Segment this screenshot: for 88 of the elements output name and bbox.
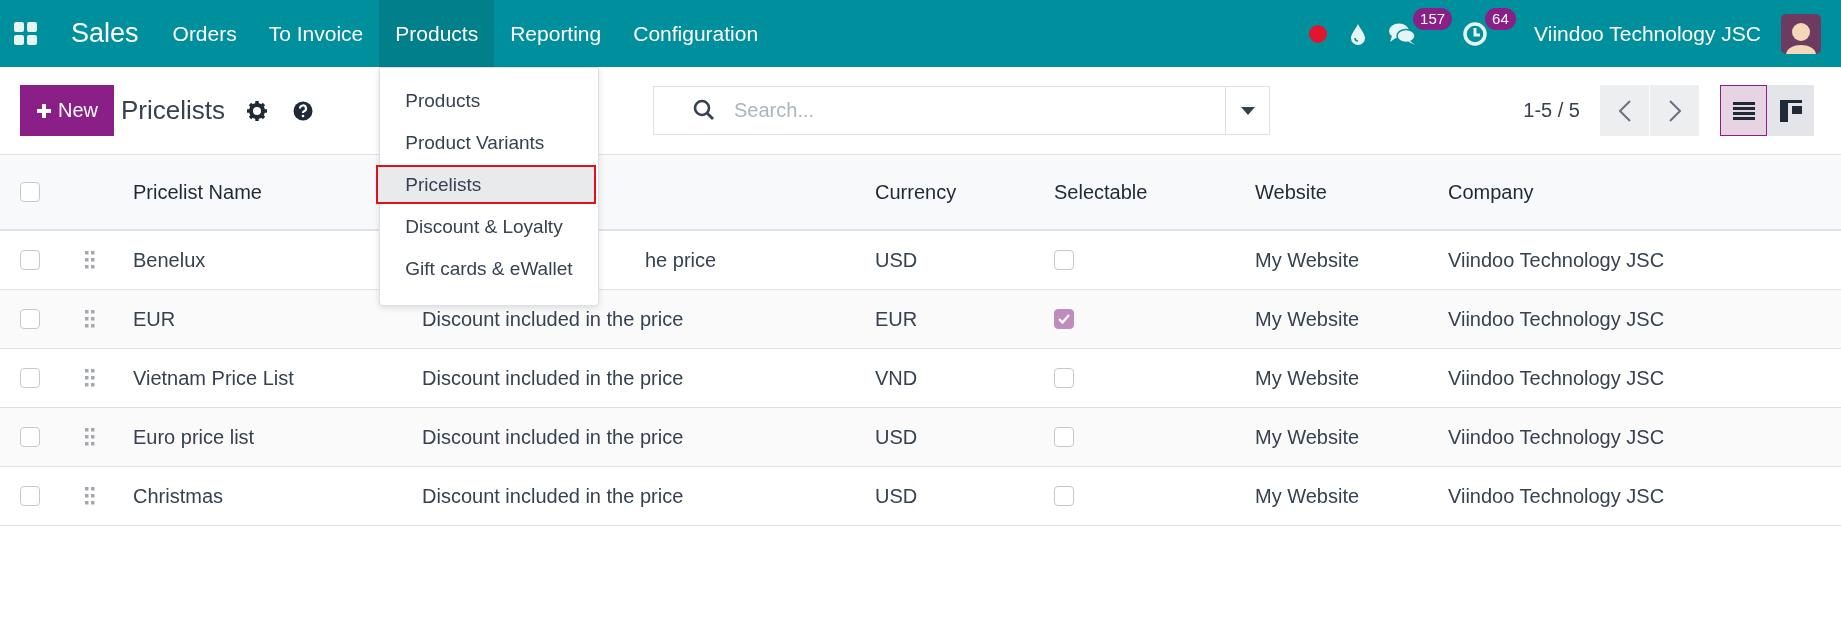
table-cell: EUR <box>133 307 176 331</box>
row-checkbox[interactable] <box>20 486 40 506</box>
chevron-right-icon <box>1668 99 1681 122</box>
row-checkbox[interactable] <box>20 427 40 447</box>
table-cell: Euro price list <box>133 425 255 449</box>
counter-badge: 64 <box>1485 8 1516 30</box>
dropdown-item[interactable]: Discount & Loyalty <box>376 207 595 246</box>
pager-value[interactable]: 1-5 / 5 <box>1523 99 1600 122</box>
table-cell: Christmas <box>133 484 223 508</box>
search-icon <box>693 99 716 121</box>
help-icon <box>293 100 314 121</box>
menu-item[interactable]: Orders <box>156 0 253 67</box>
apps-grid-icon <box>14 21 38 46</box>
drag-handle-icon <box>85 310 95 328</box>
menu-item[interactable]: Products <box>379 0 495 67</box>
check-icon <box>1058 314 1070 324</box>
table-cell: USD <box>875 484 918 508</box>
table-cell: Viindoo Technology JSC <box>1448 248 1665 272</box>
page-title: Pricelists <box>120 95 227 126</box>
drag-handle-icon <box>85 428 95 446</box>
column-header[interactable]: Company <box>1448 180 1534 204</box>
column-header[interactable]: Selectable <box>1054 180 1148 204</box>
selectable-checkbox[interactable] <box>1054 427 1074 447</box>
app-name[interactable]: Sales <box>71 18 157 49</box>
table-cell: Viindoo Technology JSC <box>1448 484 1665 508</box>
systray-button[interactable] <box>1462 20 1489 47</box>
table-cell: Vietnam Price List <box>133 366 294 390</box>
view-switch-button[interactable] <box>1767 85 1814 136</box>
table-cell: Viindoo Technology JSC <box>1448 366 1665 390</box>
systray-button[interactable] <box>1388 21 1417 46</box>
view-switch-button[interactable] <box>1720 85 1767 136</box>
row-checkbox[interactable] <box>20 368 40 388</box>
dropdown-item[interactable]: Gift cards & eWallet <box>376 249 595 288</box>
menu-item[interactable]: Reporting <box>494 0 618 67</box>
settings-icon <box>247 100 268 121</box>
dropdown-item[interactable]: Pricelists <box>376 165 597 204</box>
search-field[interactable]: Search... <box>653 86 1226 135</box>
plus-icon <box>36 102 52 119</box>
kanban-icon <box>1779 99 1802 122</box>
drop-icon <box>1350 22 1367 45</box>
menu-item[interactable]: Configuration <box>617 0 775 67</box>
table-cell: My Website <box>1255 307 1360 331</box>
column-header[interactable]: Currency <box>875 180 957 204</box>
chevron-left-icon <box>1618 99 1631 122</box>
drag-handle-icon <box>85 251 95 269</box>
chat-icon <box>1388 21 1417 46</box>
new-button[interactable]: New <box>20 85 114 136</box>
column-header[interactable]: Pricelist Name <box>133 180 262 204</box>
list-icon <box>1732 101 1755 120</box>
table-cell: My Website <box>1255 366 1360 390</box>
menu-item[interactable]: To Invoice <box>252 0 380 67</box>
table-cell: EUR <box>875 307 918 331</box>
table-cell: Viindoo Technology JSC <box>1448 307 1665 331</box>
selectable-checkbox[interactable] <box>1054 486 1074 506</box>
table-cell: Discount included in the price <box>422 425 684 448</box>
table-cell: VND <box>875 366 918 390</box>
selectable-checkbox[interactable] <box>1054 309 1074 329</box>
dropdown-item[interactable]: Product Variants <box>376 123 595 162</box>
table-cell: Discount included in the price <box>422 366 684 389</box>
row-checkbox[interactable] <box>20 309 40 329</box>
table-cell: My Website <box>1255 425 1360 449</box>
next-page-button[interactable] <box>1650 85 1699 136</box>
clock-icon <box>1462 20 1489 47</box>
table-cell: USD <box>875 248 918 272</box>
drag-handle-icon <box>85 369 95 387</box>
systray-button[interactable] <box>1350 22 1367 45</box>
table-cell: Viindoo Technology JSC <box>1448 425 1665 449</box>
selectable-checkbox[interactable] <box>1054 368 1074 388</box>
company-name[interactable]: Viindoo Technology JSC <box>1534 21 1761 46</box>
table-cell: Discount included in the price <box>422 484 684 507</box>
drag-handle-icon <box>85 487 95 505</box>
caret-icon <box>1240 106 1255 115</box>
user-avatar[interactable] <box>1781 13 1821 54</box>
row-checkbox[interactable] <box>20 250 40 270</box>
status-dot-icon <box>1308 23 1329 44</box>
search-options-toggle[interactable] <box>1225 86 1271 135</box>
table-cell: My Website <box>1255 248 1360 272</box>
counter-badge: 157 <box>1413 8 1453 30</box>
select-all-checkbox[interactable] <box>20 182 40 202</box>
table-cell: USD <box>875 425 918 449</box>
table-cell: Benelux <box>133 248 206 272</box>
table-cell: Discount included in the price <box>422 307 684 330</box>
table-cell: he price <box>645 248 717 271</box>
previous-page-button[interactable] <box>1600 85 1649 136</box>
table-cell: My Website <box>1255 484 1360 508</box>
selectable-checkbox[interactable] <box>1054 250 1074 270</box>
column-header[interactable]: Website <box>1255 180 1327 204</box>
dropdown-item[interactable]: Products <box>376 81 595 120</box>
